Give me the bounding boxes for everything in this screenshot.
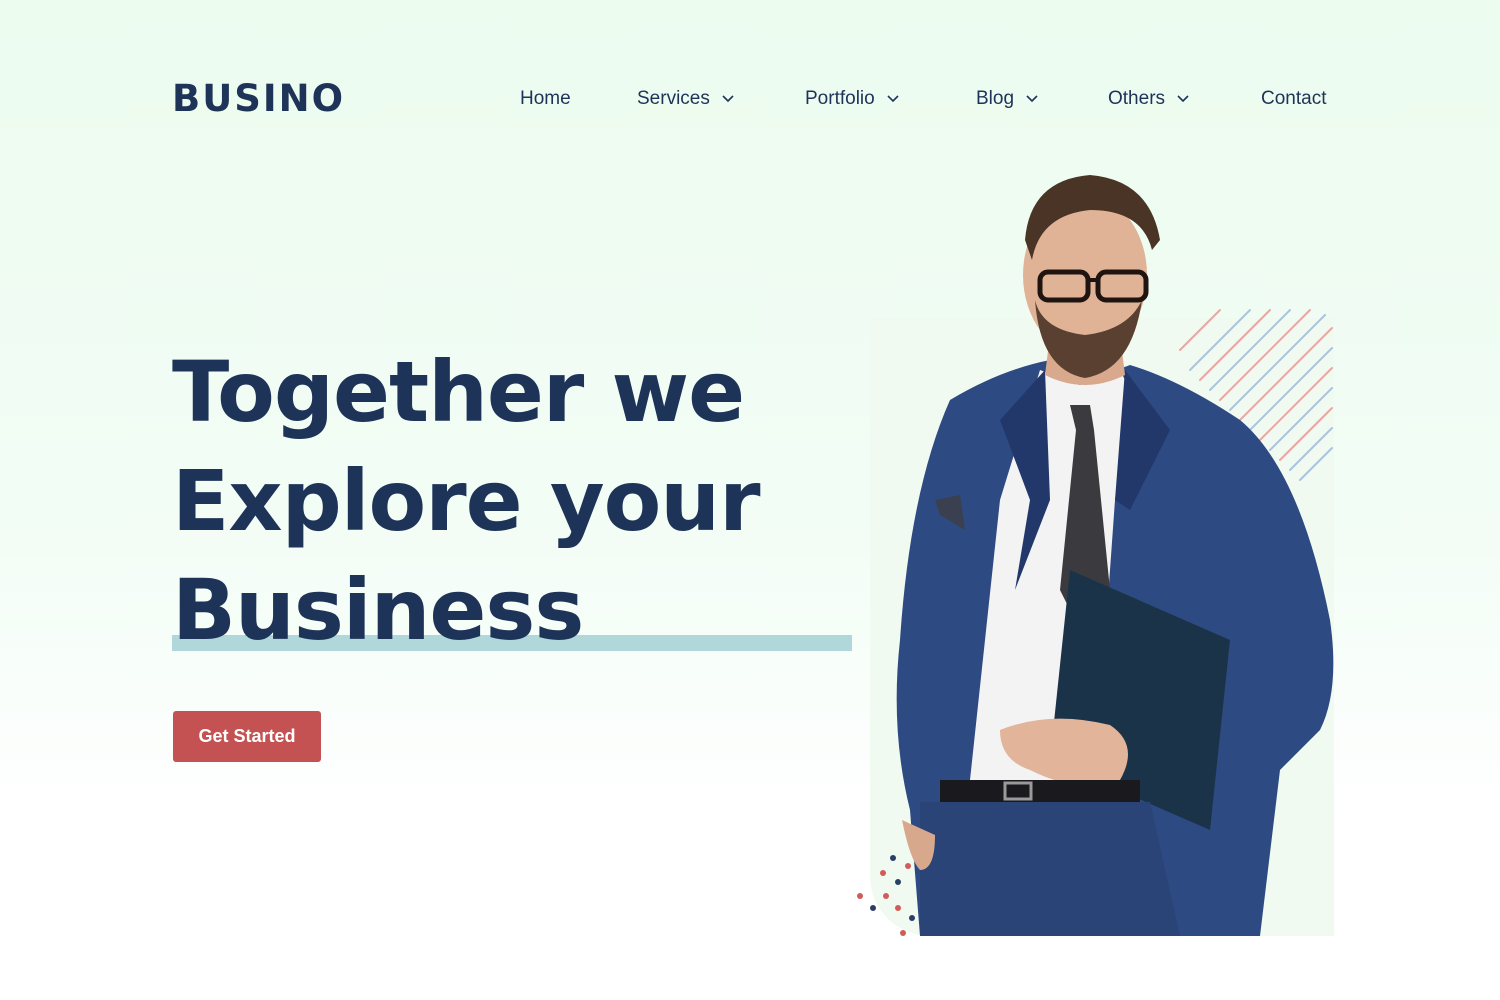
nav-item-label: Portfolio	[805, 88, 875, 109]
nav-item-others[interactable]: Others	[1108, 86, 1189, 112]
get-started-button[interactable]: Get Started	[173, 711, 321, 762]
nav-item-label: Contact	[1261, 88, 1327, 109]
chevron-down-icon	[722, 95, 734, 103]
main-nav: Home Services Portfolio Blog Others Cont…	[520, 86, 1340, 112]
nav-item-home[interactable]: Home	[520, 86, 571, 112]
hero-line-1: Together we	[172, 343, 745, 441]
nav-item-label: Services	[637, 88, 710, 109]
hero-heading: Together we Explore your Business	[172, 338, 852, 665]
nav-item-services[interactable]: Services	[637, 86, 734, 112]
brand-logo[interactable]: BUSINO	[172, 78, 345, 120]
nav-item-portfolio[interactable]: Portfolio	[805, 86, 899, 112]
chevron-down-icon	[1177, 95, 1189, 103]
hero-line-3-highlighted: Business	[172, 556, 852, 665]
nav-item-blog[interactable]: Blog	[976, 86, 1038, 112]
nav-item-contact[interactable]: Contact	[1261, 86, 1326, 112]
chevron-down-icon	[1026, 95, 1038, 103]
nav-item-label: Blog	[976, 88, 1015, 109]
hero-line-2: Explore your	[172, 452, 761, 550]
nav-item-label: Others	[1108, 88, 1166, 109]
chevron-down-icon	[887, 95, 899, 103]
businessman-illustration	[896, 175, 1334, 936]
nav-item-label: Home	[520, 88, 571, 109]
